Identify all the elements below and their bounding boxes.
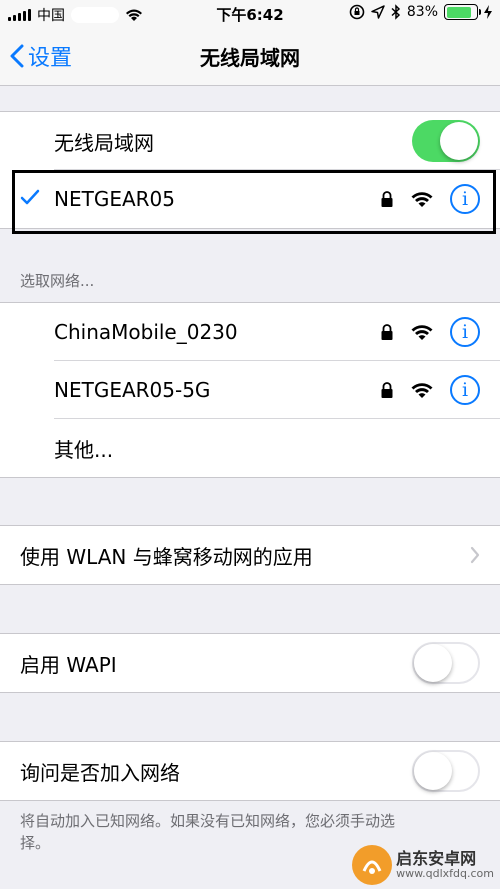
wlan-apps-label: 使用 WLAN 与蜂窝移动网的应用 [20,544,313,569]
watermark-logo-icon [352,845,393,885]
choose-network-header: 选取网络... [20,272,95,290]
wlan-toggle-label: 无线局域网 [54,130,154,155]
battery-percent: 83% [406,4,438,20]
wlan-apps-row[interactable]: 使用 WLAN 与蜂窝移动网的应用 [0,526,500,584]
network-row[interactable]: NETGEAR05-5G i [0,361,500,419]
network-row[interactable]: ChinaMobile_0230 i [0,303,500,361]
wapi-group: 启用 WAPI [0,633,500,693]
wifi-signal-icon [411,192,433,207]
charging-icon [484,5,492,19]
other-network-label: 其他... [54,437,114,462]
battery-icon [444,4,481,20]
connected-network-row[interactable]: NETGEAR05 i [0,170,500,228]
connected-network-name: NETGEAR05 [54,187,175,211]
wapi-toggle-switch[interactable] [412,642,480,684]
watermark-url: www.qdlxfdq.com [396,867,494,880]
status-right: 83% [349,4,492,20]
info-icon[interactable]: i [450,184,480,214]
orientation-lock-icon [349,4,365,20]
location-icon [371,5,385,19]
network-icons: i [380,303,480,361]
watermark: 启东安卓网 www.qdlxfdq.com [352,845,494,885]
watermark-title: 启东安卓网 [396,849,477,868]
bluetooth-icon [391,4,400,20]
wlan-toggle-switch[interactable] [412,120,480,162]
status-bar: 中国 下午6:42 83% [0,0,500,28]
page-title: 无线局域网 [200,46,300,70]
lock-icon [381,382,393,398]
network-name: ChinaMobile_0230 [54,320,238,344]
connected-network-icons: i [380,170,480,228]
wifi-signal-icon [411,383,433,398]
wapi-label: 启用 WAPI [20,652,117,677]
network-name: NETGEAR05-5G [54,378,211,402]
chevron-right-icon [470,546,480,564]
info-icon[interactable]: i [450,317,480,347]
choose-network-group: ChinaMobile_0230 i NETGEAR05-5G i 其他... [0,302,500,478]
wifi-signal-icon [411,325,433,340]
other-network-row[interactable]: 其他... [0,419,500,477]
wlan-toggle-row: 无线局域网 [0,112,500,170]
info-icon[interactable]: i [450,375,480,405]
lock-icon [381,191,393,207]
wapi-row: 启用 WAPI [0,634,500,692]
ask-join-group: 询问是否加入网络 [0,741,500,801]
lock-icon [381,324,393,340]
wlan-group: 无线局域网 NETGEAR05 i [0,111,500,229]
checkmark-icon [20,189,40,205]
navigation-bar: 设置 无线局域网 [0,28,500,86]
ask-join-row: 询问是否加入网络 [0,742,500,800]
wlan-apps-group: 使用 WLAN 与蜂窝移动网的应用 [0,525,500,585]
ask-join-label: 询问是否加入网络 [20,760,180,785]
network-icons: i [380,361,480,419]
ask-join-toggle-switch[interactable] [412,750,480,792]
